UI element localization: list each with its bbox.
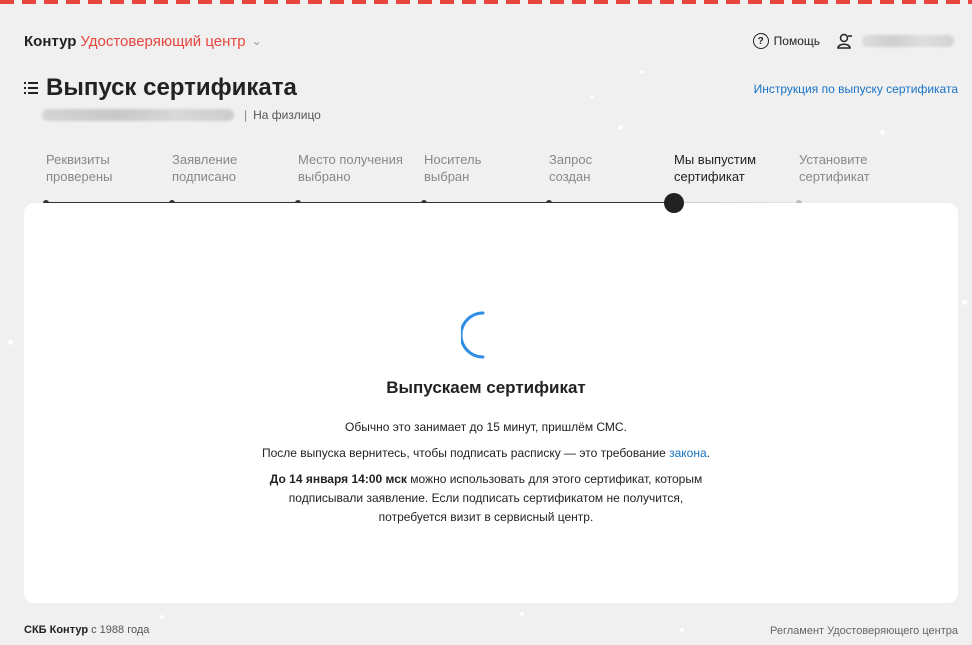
law-link[interactable]: закона: [669, 446, 707, 460]
help-button[interactable]: ? Помощь: [752, 33, 820, 49]
separator: |: [244, 108, 248, 122]
step-label: Заявление подписано: [172, 152, 238, 184]
snow-dot: [640, 70, 644, 74]
person-type: На физлицо: [253, 108, 321, 122]
top-bar: Контур Удостоверяющий центр ⌄ ? Помощь: [24, 30, 954, 52]
status-line: подписывали заявление. Если подписать се…: [288, 491, 684, 505]
step-label: Место получения выбрано: [298, 152, 403, 184]
snow-dot: [8, 340, 13, 345]
snow-dot: [590, 95, 594, 99]
chevron-down-icon: ⌄: [251, 34, 262, 48]
snow-dot: [880, 130, 885, 135]
step-label: Установите сертификат: [799, 152, 870, 184]
question-icon: ?: [752, 33, 769, 49]
menu-icon[interactable]: [24, 82, 38, 94]
status-line: Обычно это занимает до 15 минут, пришлём…: [345, 420, 627, 434]
help-label: Помощь: [773, 34, 820, 48]
status-text: После выпуска вернитесь, чтобы подписать…: [261, 446, 670, 460]
deadline-date: До 14 января 14:00 мск: [269, 472, 407, 486]
product-switcher[interactable]: Контур Удостоверяющий центр ⌄: [24, 33, 262, 50]
status-title: Выпускаем сертификат: [386, 378, 586, 397]
footer-company: СКБ Контур с 1988 года: [24, 624, 149, 636]
deadline-text: можно использовать для этого сертификат,…: [406, 472, 703, 486]
step-label-active: Мы выпустим сертификат: [674, 152, 757, 184]
step-label: Носитель выбран: [424, 152, 482, 184]
status-text-end: .: [706, 446, 711, 460]
company-since: с 1988 года: [88, 624, 150, 636]
regulation-link[interactable]: Регламент Удостоверяющего центра: [770, 625, 958, 637]
instruction-link[interactable]: Инструкция по выпуску сертификата: [754, 82, 958, 96]
status-line: потребуется визит в сервисный центр.: [378, 510, 594, 524]
header-tools: ? Помощь: [752, 33, 954, 49]
snow-dot: [962, 300, 967, 305]
step-label: Запрос создан: [549, 152, 593, 184]
page-title: Выпуск сертификата: [46, 74, 297, 101]
subtitle-row: | На физлицо: [42, 108, 321, 122]
owner-name-blurred: [42, 109, 234, 121]
title-row: Выпуск сертификата: [24, 74, 297, 102]
brand-product: Удостоверяющий центр: [80, 32, 246, 50]
company-name: СКБ Контур: [24, 624, 89, 636]
user-icon[interactable]: [836, 33, 854, 49]
step-dot-current: [664, 193, 684, 213]
top-stripe: [0, 0, 972, 4]
step-label: Реквизиты проверены: [46, 152, 113, 184]
brand-kontur: Контур: [24, 32, 77, 50]
snow-dot: [160, 615, 164, 619]
status-card: [24, 203, 958, 603]
user-name-blurred[interactable]: [862, 35, 954, 47]
status-line: До 14 января 14:00 мск можно использоват…: [0, 472, 972, 486]
snow-dot: [618, 125, 623, 130]
snow-dot: [520, 612, 524, 616]
snow-dot: [680, 628, 684, 632]
loading-spinner-icon: [461, 311, 485, 359]
status-line: После выпуска вернитесь, чтобы подписать…: [0, 446, 972, 460]
